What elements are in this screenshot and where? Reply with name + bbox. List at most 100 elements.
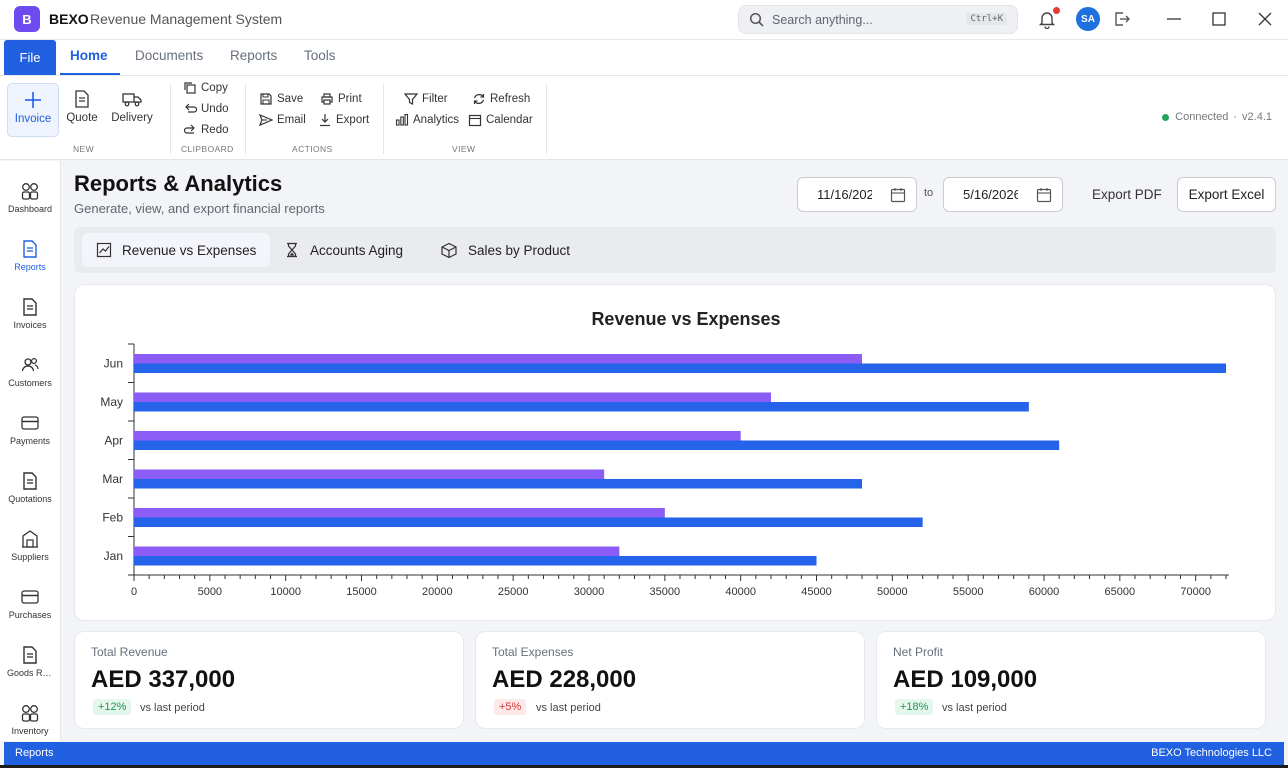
x-tick-label: 50000 <box>877 586 908 598</box>
tab-home[interactable]: Home <box>70 48 108 63</box>
ribbon-divider <box>546 84 547 154</box>
page-subtitle: Generate, view, and export financial rep… <box>74 201 325 216</box>
quote-icon <box>23 472 37 490</box>
app-title: Revenue Management System <box>90 11 283 27</box>
hourglass-icon <box>287 242 297 258</box>
tab-tools[interactable]: Tools <box>304 48 336 63</box>
new-quote-label: Quote <box>66 112 98 124</box>
y-tick-label: Feb <box>102 510 123 524</box>
kpi-note: vs last period <box>140 702 205 714</box>
ribbon-divider <box>383 84 384 154</box>
y-tick-label: Mar <box>102 472 123 486</box>
bar-series-1-apr <box>134 431 741 441</box>
sidebar-item-reports[interactable]: Reports <box>0 237 60 291</box>
logout-icon[interactable] <box>1112 9 1132 29</box>
kpi-label: Net Profit <box>893 645 944 659</box>
kpi-card-expenses: Total Expenses AED 228,000 +5% vs last p… <box>475 631 865 729</box>
sidebar-item-payments[interactable]: Payments <box>0 411 60 465</box>
kpi-value: AED 228,000 <box>492 666 637 693</box>
search-input[interactable]: Search anything... <box>772 13 873 27</box>
x-tick-label: 10000 <box>270 586 301 598</box>
close-icon[interactable] <box>1256 10 1274 28</box>
tab-documents[interactable]: Documents <box>135 48 203 63</box>
copy-button[interactable]: Copy <box>183 81 228 95</box>
date-to-field[interactable]: 5/16/2026 <box>943 177 1063 212</box>
users-icon <box>21 357 39 372</box>
minimize-icon[interactable] <box>1165 10 1183 28</box>
bar-series-1-may <box>134 392 771 402</box>
tab-sales-by-product[interactable]: Sales by Product <box>426 233 584 267</box>
bar-chart-icon <box>395 113 409 126</box>
maximize-icon[interactable] <box>1210 10 1228 28</box>
bar-series-2-mar <box>134 479 862 489</box>
undo-button[interactable]: Undo <box>183 102 229 116</box>
avatar[interactable]: SA <box>1076 7 1100 31</box>
bar-series-2-jan <box>134 556 817 566</box>
kpi-label: Total Revenue <box>91 645 168 659</box>
kpi-note: vs last period <box>536 702 601 714</box>
sidebar-item-label: Goods Receipts <box>7 668 53 678</box>
date-from-value: 11/16/2025 <box>817 187 872 202</box>
sidebar-item-label: Reports <box>14 262 46 272</box>
refresh-button[interactable]: Refresh <box>472 92 530 106</box>
export-button[interactable]: Export <box>318 113 369 127</box>
plus-icon <box>25 92 41 108</box>
new-quote-button[interactable]: Quote <box>56 83 108 137</box>
kpi-change-badge: +12% <box>93 699 132 715</box>
sidebar-item-goods-receipts[interactable]: Goods Receipts <box>0 643 60 697</box>
export-excel-button[interactable]: Export Excel <box>1177 177 1276 212</box>
sidebar-item-quotations[interactable]: Quotations <box>0 469 60 523</box>
calendar-icon[interactable] <box>890 187 906 203</box>
filter-label: Filter <box>422 93 448 105</box>
email-button[interactable]: Email <box>259 113 306 127</box>
kpi-value: AED 109,000 <box>893 666 1038 693</box>
filter-icon <box>404 93 418 105</box>
new-invoice-button[interactable]: Invoice <box>7 83 59 137</box>
calendar-label: Calendar <box>486 114 533 126</box>
connection-text: Connected <box>1175 111 1229 123</box>
tab-label: Revenue vs Expenses <box>122 242 257 258</box>
filter-button[interactable]: Filter <box>404 92 448 106</box>
save-button[interactable]: Save <box>259 92 303 106</box>
x-tick-label: 65000 <box>1105 586 1136 598</box>
sidebar-item-label: Customers <box>8 378 52 388</box>
search-box[interactable]: Search anything... Ctrl+K <box>738 5 1018 34</box>
search-shortcut: Ctrl+K <box>966 13 1007 25</box>
x-tick-label: 45000 <box>801 586 832 598</box>
export-label: Export <box>336 114 370 126</box>
y-tick-label: Jun <box>104 356 123 370</box>
chart-title: Revenue vs Expenses <box>591 309 780 329</box>
y-tick-label: Apr <box>104 433 123 447</box>
truck-icon <box>122 93 142 107</box>
bar-series-2-feb <box>134 517 923 527</box>
sidebar-item-invoices[interactable]: Invoices <box>0 295 60 349</box>
x-tick-label: 0 <box>131 586 137 598</box>
print-button[interactable]: Print <box>320 92 362 106</box>
kpi-card-revenue: Total Revenue AED 337,000 +12% vs last p… <box>74 631 464 729</box>
calendar-icon[interactable] <box>1036 187 1052 203</box>
sidebar-item-suppliers[interactable]: Suppliers <box>0 527 60 581</box>
x-tick-label: 55000 <box>953 586 984 598</box>
date-from-field[interactable]: 11/16/2025 <box>797 177 917 212</box>
card-icon <box>21 416 39 430</box>
tab-label: Sales by Product <box>468 242 571 258</box>
analytics-label: Analytics <box>413 114 460 126</box>
file-menu-button[interactable]: File <box>4 40 56 75</box>
sidebar-item-purchases[interactable]: Purchases <box>0 585 60 639</box>
sidebar-item-dashboard[interactable]: Dashboard <box>0 179 60 233</box>
analytics-button[interactable]: Analytics <box>395 113 459 127</box>
calendar-button[interactable]: Calendar <box>468 113 533 127</box>
sidebar-item-label: Quotations <box>8 494 52 504</box>
undo-label: Undo <box>201 103 229 115</box>
sidebar-item-customers[interactable]: Customers <box>0 353 60 407</box>
new-delivery-button[interactable]: Delivery <box>106 83 158 137</box>
tab-accounts-aging[interactable]: Accounts Aging <box>270 233 417 267</box>
tab-reports[interactable]: Reports <box>230 48 277 63</box>
group-clipboard-label: CLIPBOARD <box>181 144 234 154</box>
x-tick-label: 20000 <box>422 586 453 598</box>
export-pdf-button[interactable]: Export PDF <box>1078 177 1176 212</box>
status-right-text: BEXO Technologies LLC <box>1151 747 1272 759</box>
tab-label: Accounts Aging <box>310 242 404 258</box>
tab-revenue-vs-expenses[interactable]: Revenue vs Expenses <box>82 233 271 267</box>
redo-button[interactable]: Redo <box>183 123 229 137</box>
